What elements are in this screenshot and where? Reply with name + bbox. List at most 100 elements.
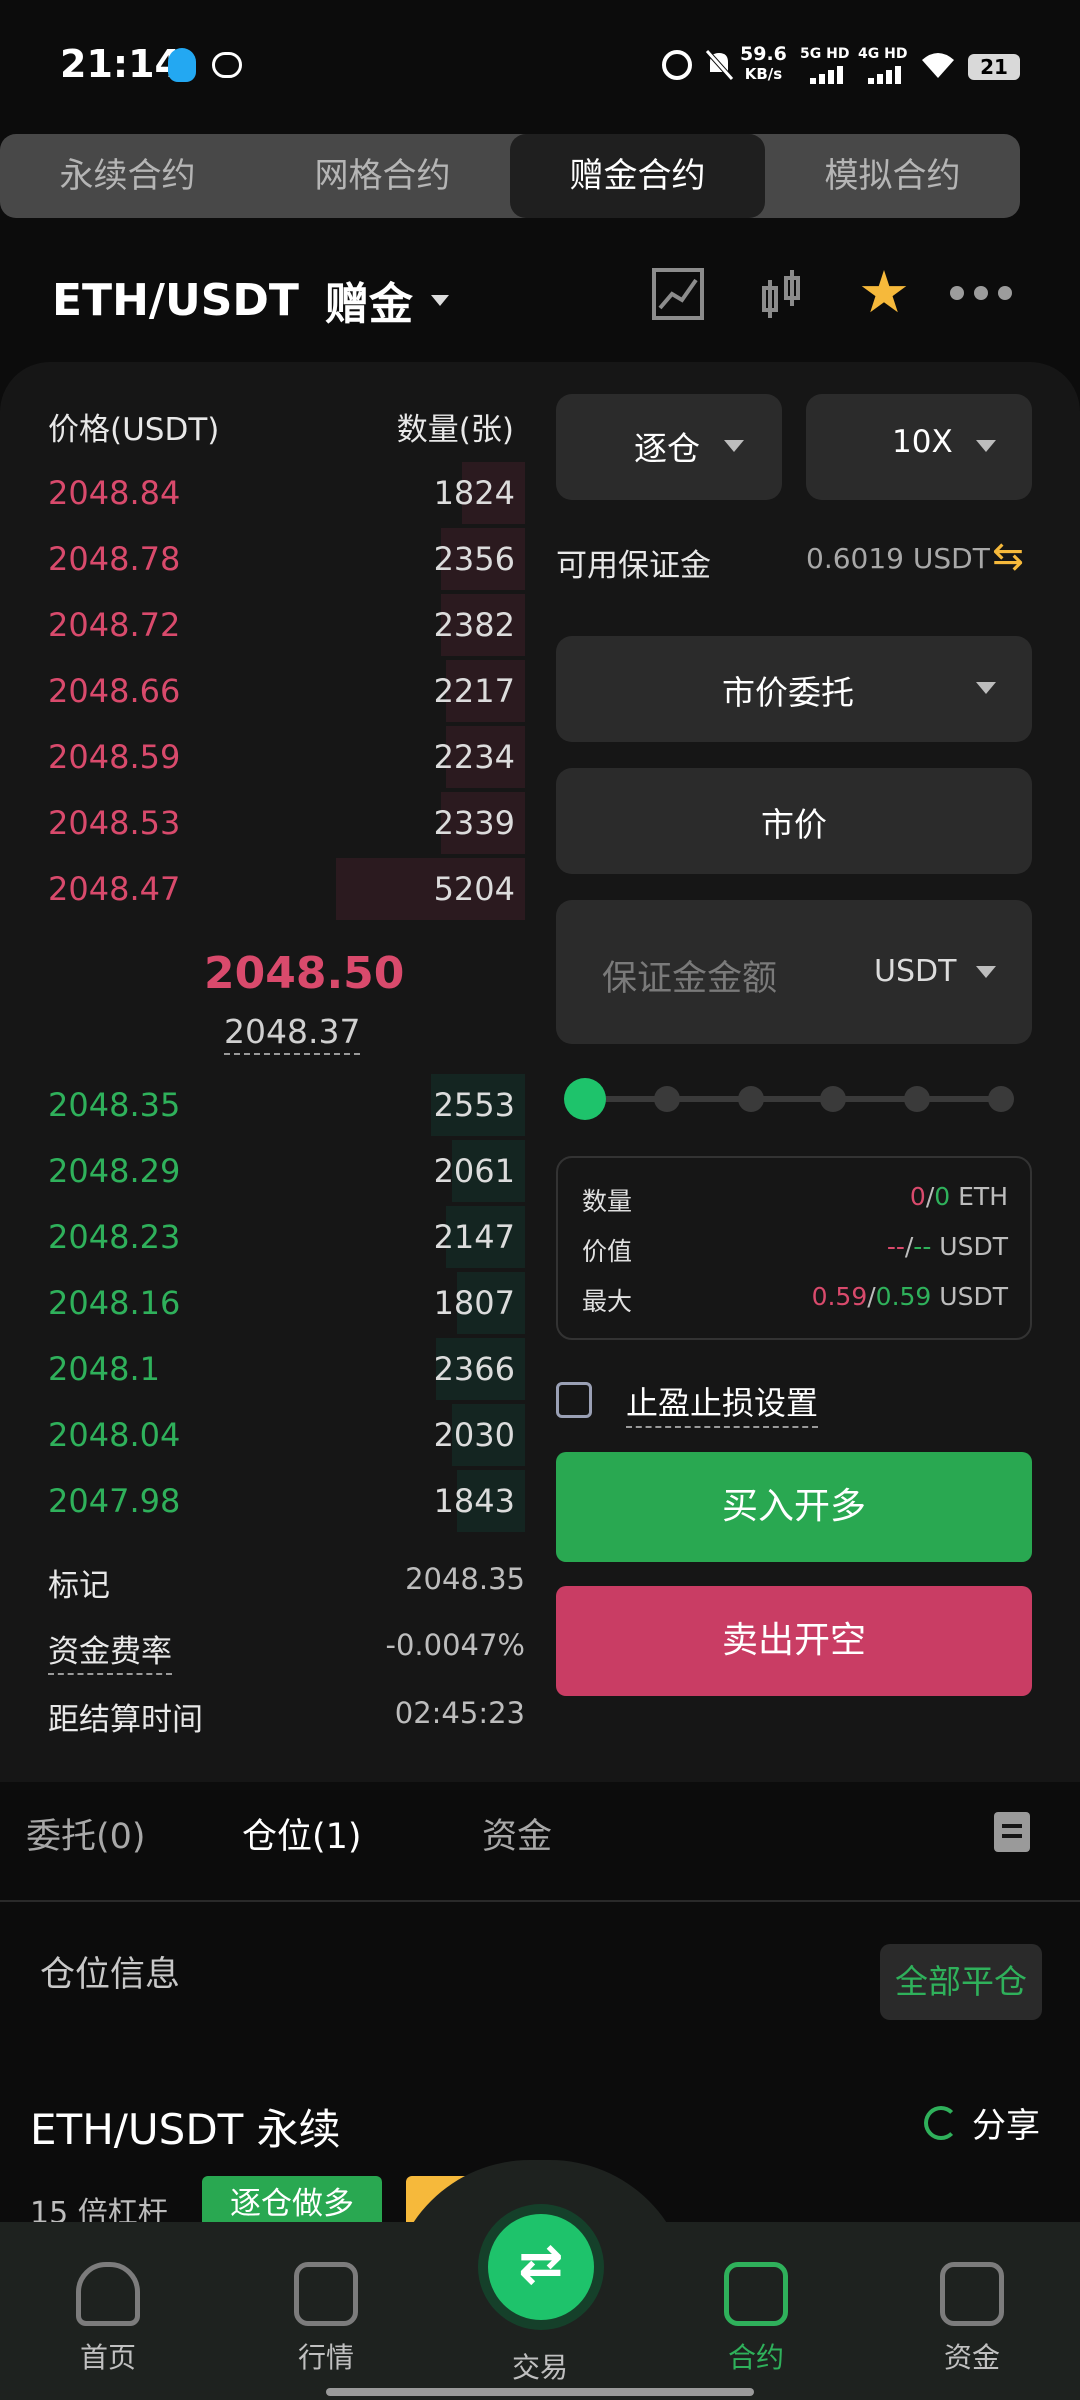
leverage-value: 10X [892,424,953,460]
available-margin-label: 可用保证金 [556,548,711,584]
ask-qty: 1824 [433,474,515,512]
slider-step-40[interactable] [738,1086,764,1112]
tab-demo[interactable]: 模拟合约 [765,134,1020,218]
contract-icon [724,2262,788,2326]
buy-long-button[interactable]: 买入开多 [556,1452,1032,1562]
summary-qty-row: 数量 0/0 ETH [582,1182,1008,1222]
ask-row[interactable]: 2048.84 1824 [0,460,525,526]
sell-short-button[interactable]: 卖出开空 [556,1586,1032,1696]
order-summary: 数量 0/0 ETH 价值 --/-- USDT 最大 0.59/0.59 US… [556,1156,1032,1340]
ask-row[interactable]: 2048.72 2382 [0,592,525,658]
network-speed: 59.6 KB/s [740,44,787,84]
nav-trade-label[interactable]: 交易 [470,2346,610,2386]
net-speed-value: 59.6 [740,43,787,65]
bid-qty: 1807 [433,1284,515,1322]
bid-row[interactable]: 2047.98 1843 [0,1468,525,1534]
index-price[interactable]: 2048.37 [224,1012,361,1055]
bid-qty: 2030 [433,1416,515,1454]
share-button[interactable]: 分享 [924,2098,1040,2147]
bid-row[interactable]: 2048.1 2366 [0,1336,525,1402]
ask-qty: 2234 [433,738,515,776]
ask-qty: 2382 [433,606,515,644]
position-section-title: 仓位信息 [40,1955,181,1995]
bid-row[interactable]: 2048.35 2553 [0,1072,525,1138]
price-field[interactable]: 市价 [556,768,1032,874]
mark-label: 标记 [48,1568,110,1604]
margin-amount-input[interactable]: 保证金金额 USDT [556,900,1032,1044]
trade-swap-icon[interactable]: ⇄ [488,2214,594,2320]
summary-qty-value: 0/0 ETH [909,1182,1008,1211]
nav-contract[interactable]: 合约 [686,2262,826,2376]
bid-row[interactable]: 2048.04 2030 [0,1402,525,1468]
tab-perpetual[interactable]: 永续合约 [0,134,255,218]
amount-slider-track[interactable] [586,1096,1004,1102]
leverage-select[interactable]: 10X [806,394,1032,500]
transfer-icon[interactable]: ⇆ [992,534,1024,578]
ask-price: 2048.59 [48,738,181,776]
chart-icon[interactable] [652,268,704,320]
tab-grid[interactable]: 网格合约 [255,134,510,218]
order-type-select[interactable]: 市价委托 [556,636,1032,742]
nav-market[interactable]: 行情 [256,2262,396,2376]
mute-bell-icon [705,49,734,81]
bid-price: 2048.04 [48,1416,181,1454]
bid-price: 2048.16 [48,1284,181,1322]
share-label: 分享 [972,2106,1040,2146]
nav-home-label: 首页 [79,2341,136,2374]
last-price: 2048.50 [204,948,405,999]
summary-max-row: 最大 0.59/0.59 USDT [582,1282,1008,1322]
summary-value-row: 价值 --/-- USDT [582,1232,1008,1272]
ask-row[interactable]: 2048.47 5204 [0,856,525,922]
wallet-icon [940,2262,1004,2326]
tab-positions[interactable]: 仓位(1) [242,1808,362,1859]
tpsl-checkbox[interactable] [556,1382,592,1418]
ask-row[interactable]: 2048.59 2234 [0,724,525,790]
slider-step-80[interactable] [904,1086,930,1112]
signal-bars-1-icon [810,66,843,84]
more-options-icon[interactable] [950,286,1012,300]
signal-label-2: 4G HD [858,46,908,62]
divider [0,1900,1080,1902]
margin-amount-placeholder: 保证金金额 [602,959,778,999]
ask-price: 2048.47 [48,870,181,908]
close-all-button[interactable]: 全部平仓 [880,1944,1042,2020]
favorite-star-icon[interactable]: ★ [858,262,910,322]
available-margin-value: 0.6019 USDT [806,542,990,575]
bid-row[interactable]: 2048.29 2061 [0,1138,525,1204]
chevron-down-icon [976,440,996,452]
tab-orders[interactable]: 委托(0) [26,1808,146,1859]
margin-mode-value: 逐仓 [634,429,700,468]
slider-step-20[interactable] [654,1086,680,1112]
nav-home[interactable]: 首页 [38,2262,178,2376]
candlestick-icon[interactable] [758,268,806,322]
bid-price: 2048.29 [48,1152,181,1190]
nav-contract-label: 合约 [727,2341,784,2374]
home-indicator[interactable] [326,2388,754,2396]
slider-step-60[interactable] [820,1086,846,1112]
tab-assets[interactable]: 资金 [482,1808,552,1859]
price-field-value: 市价 [761,805,827,844]
bid-row[interactable]: 2048.23 2147 [0,1204,525,1270]
tab-bonus[interactable]: 赠金合约 [510,134,765,218]
status-bar: 21:14 59.6 KB/s 5G HD 4G HD 21 [0,0,1080,130]
ask-row[interactable]: 2048.53 2339 [0,790,525,856]
amount-slider-knob[interactable] [564,1078,606,1120]
ask-row[interactable]: 2048.66 2217 [0,658,525,724]
nav-assets[interactable]: 资金 [902,2262,1042,2376]
mark-value: 2048.35 [405,1562,525,1596]
chevron-down-icon [976,682,996,694]
tpsl-label[interactable]: 止盈止损设置 [626,1378,819,1428]
slider-step-100[interactable] [988,1086,1014,1112]
margin-mode-select[interactable]: 逐仓 [556,394,782,500]
pair-selector[interactable]: ETH/USDT 赠金 [52,268,449,332]
summary-max-label: 最大 [582,1287,633,1316]
home-icon [76,2262,140,2326]
orderbook-qty-header: 数量(张) [396,412,514,448]
bid-row[interactable]: 2048.16 1807 [0,1270,525,1336]
funding-rate-label[interactable]: 资金费率 [48,1626,172,1675]
ask-row[interactable]: 2048.78 2356 [0,526,525,592]
document-icon[interactable] [994,1812,1030,1852]
amount-unit-select[interactable]: USDT [874,954,956,989]
share-icon [924,2105,958,2140]
pair-symbol: ETH/USDT [52,274,299,326]
